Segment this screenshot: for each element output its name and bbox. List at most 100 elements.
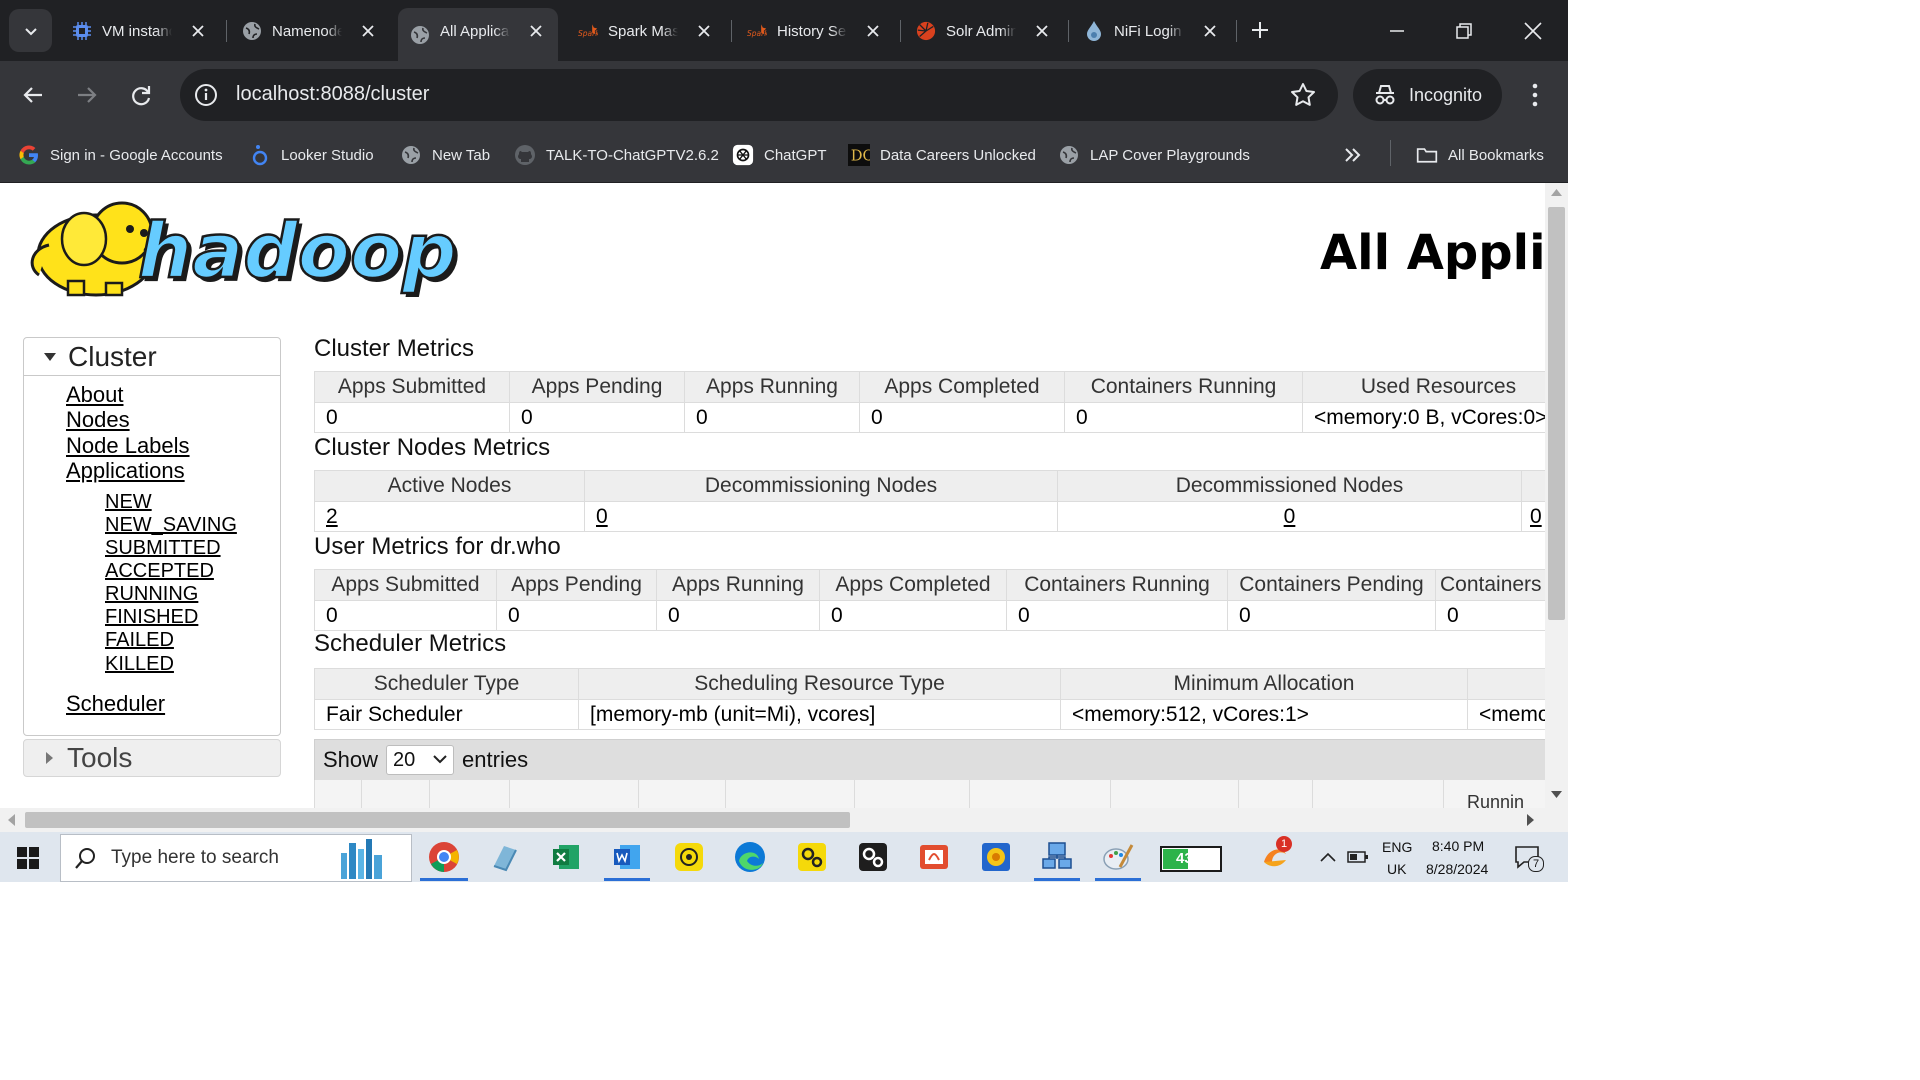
new-tab-button[interactable] [1246,16,1274,44]
close-window-button[interactable] [1518,16,1548,46]
tab-spark-master[interactable]: Spark Spark Master [566,8,726,54]
excel-taskbar-icon[interactable] [549,840,583,874]
network-app-taskbar-icon[interactable] [1040,840,1074,874]
column-header[interactable]: Apps Running [684,371,860,403]
column-header[interactable]: Apps Completed [859,371,1065,403]
column-header[interactable]: Apps Submitted [314,371,510,403]
column-header[interactable]: Containers Running [1006,569,1228,601]
edge-taskbar-icon[interactable] [733,840,767,874]
all-bookmarks-button[interactable]: All Bookmarks [1416,141,1544,169]
restore-button[interactable] [1449,16,1479,46]
vertical-scroll-thumb[interactable] [1548,207,1565,620]
dark-gears-app-icon[interactable] [856,840,890,874]
scroll-up-icon[interactable] [1551,189,1562,196]
yellow-gears-app-icon[interactable] [795,840,829,874]
taskbar-search-box[interactable]: Type here to search [60,834,412,882]
nav-link-nodes[interactable]: Nodes [66,407,130,433]
tab-solr-admin[interactable]: Solr Admin [904,8,1064,54]
acrobat-taskbar-icon[interactable] [917,840,951,874]
yellow-circle-app-icon[interactable] [979,840,1013,874]
nav-state-running[interactable]: RUNNING [105,583,198,606]
column-header[interactable]: Used Resources [1302,371,1545,403]
nav-state-new[interactable]: NEW [105,491,152,514]
language-indicator[interactable]: ENG [1382,839,1412,855]
column-header[interactable] [1521,470,1545,502]
nav-state-failed[interactable]: FAILED [105,629,174,652]
minimize-button[interactable] [1382,16,1412,46]
bookmark-star-icon[interactable] [1290,82,1316,113]
battery-indicator[interactable]: 43% [1160,846,1222,872]
tab-nifi-login[interactable]: NiFi Login [1072,8,1232,54]
column-header[interactable]: Decommissioning Nodes [584,470,1058,502]
column-header[interactable]: Apps Submitted [314,569,497,601]
decommissioning-nodes-link[interactable]: 0 [584,501,1058,532]
tray-app-icon[interactable]: 1 [1258,836,1292,874]
forward-button[interactable] [70,78,104,112]
column-header[interactable] [1467,668,1545,700]
column-header[interactable]: Minimum Allocation [1060,668,1468,700]
page-horizontal-scrollbar[interactable] [0,808,1568,832]
clock-time[interactable]: 8:40 PM [1432,838,1484,854]
close-tab-icon[interactable] [1200,21,1220,41]
bookmark-chatgpt[interactable]: ChatGPT [732,141,827,169]
bookmark-talk-to-chatgpt[interactable]: TALK-TO-ChatGPTV2.6.2 [514,141,719,169]
bookmark-data-careers[interactable]: DC Data Careers Unlocked [848,141,1036,169]
word-taskbar-icon[interactable] [610,840,644,874]
bookmark-looker-studio[interactable]: Looker Studio [249,141,374,169]
close-tab-icon[interactable] [188,21,208,41]
show-hidden-icons-button[interactable] [1313,840,1343,874]
more-bookmarks-button[interactable] [1344,141,1362,169]
nav-state-new-saving[interactable]: NEW_SAVING [105,514,237,537]
nav-link-node-labels[interactable]: Node Labels [66,433,190,459]
tab-namenode[interactable]: Namenode information [230,8,390,54]
address-bar[interactable]: localhost:8088/cluster [180,69,1338,121]
column-header[interactable]: Containers Pending [1227,569,1436,601]
nav-state-accepted[interactable]: ACCEPTED [105,560,214,583]
lost-nodes-link[interactable]: 0 [1521,501,1545,532]
battery-tray-icon[interactable] [1343,840,1373,874]
yellow-target-app-icon[interactable] [672,840,706,874]
active-nodes-link[interactable]: 2 [314,501,585,532]
decommissioned-nodes-link[interactable]: 0 [1057,501,1522,532]
close-tab-icon[interactable] [526,21,546,41]
column-header[interactable]: Runnin [1467,792,1524,808]
site-info-icon[interactable] [192,81,220,109]
chrome-taskbar-icon[interactable] [427,840,461,874]
close-tab-icon[interactable] [1032,21,1052,41]
tab-all-applications[interactable]: All Applications [398,8,558,61]
column-header[interactable]: Decommissioned Nodes [1057,470,1522,502]
column-header[interactable]: Apps Completed [819,569,1007,601]
close-tab-icon[interactable] [358,21,378,41]
tab-history-server[interactable]: Spark History Server [735,8,895,54]
nav-state-submitted[interactable]: SUBMITTED [105,537,221,560]
back-button[interactable] [16,78,50,112]
page-vertical-scrollbar[interactable] [1545,183,1568,808]
scroll-left-icon[interactable] [8,814,15,826]
horizontal-scroll-thumb[interactable] [25,812,850,828]
column-header[interactable]: Scheduling Resource Type [578,668,1061,700]
nav-state-killed[interactable]: KILLED [105,653,174,676]
scroll-right-icon[interactable] [1527,814,1534,826]
clock-date[interactable]: 8/28/2024 [1426,861,1488,877]
paint-app-taskbar-icon[interactable] [1101,840,1135,874]
entries-select[interactable]: 20 [386,745,455,775]
browser-menu-button[interactable] [1524,78,1546,112]
bookmark-lap-cover[interactable]: LAP Cover Playgrounds [1058,141,1250,169]
nav-state-finished[interactable]: FINISHED [105,606,198,629]
scroll-down-icon[interactable] [1551,791,1562,798]
start-button[interactable] [17,847,39,874]
url-text[interactable]: localhost:8088/cluster [236,83,429,106]
tab-vm-instances[interactable]: VM instances [60,8,220,54]
column-header[interactable]: Scheduler Type [314,668,579,700]
bookmark-google-accounts[interactable]: Sign in - Google Accounts [18,141,223,169]
bookmark-new-tab[interactable]: New Tab [400,141,490,169]
column-header[interactable]: Containers Running [1064,371,1303,403]
notification-center-button[interactable]: 7 [1510,840,1544,874]
tablet-app-taskbar-icon[interactable] [488,840,522,874]
column-header[interactable]: Containers Reserved [1435,569,1545,601]
reload-button[interactable] [124,78,158,112]
tab-search-button[interactable] [9,9,52,52]
column-header[interactable]: Apps Pending [509,371,685,403]
close-tab-icon[interactable] [863,21,883,41]
nav-link-about[interactable]: About [66,382,124,408]
